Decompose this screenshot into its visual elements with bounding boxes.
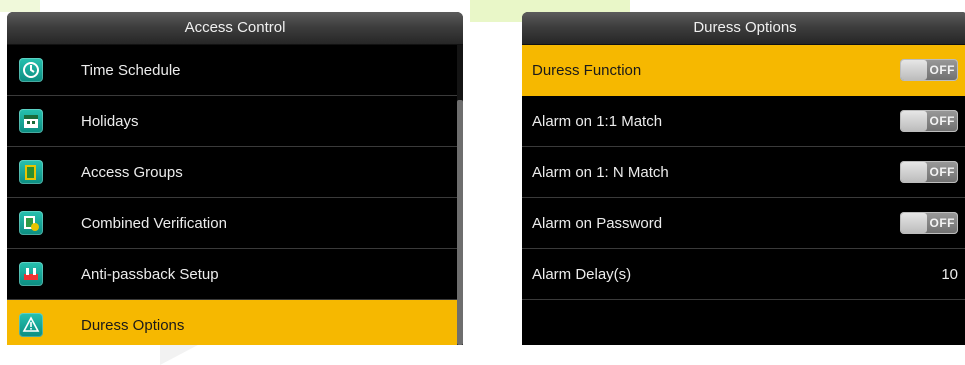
menu-item-combined-verification[interactable]: Combined Verification — [7, 198, 463, 249]
alarm-delay-value: 10 — [941, 265, 958, 283]
calendar-icon — [19, 109, 43, 133]
option-alarm-1-1-match[interactable]: Alarm on 1:1 Match OFF — [522, 96, 965, 147]
option-alarm-1-n-match[interactable]: Alarm on 1: N Match OFF — [522, 147, 965, 198]
toggle-knob — [901, 111, 927, 131]
toggle-state: OFF — [929, 63, 955, 77]
scrollbar-thumb[interactable] — [457, 100, 463, 345]
door-group-icon — [19, 160, 43, 184]
menu-item-label: Combined Verification — [81, 214, 227, 232]
combined-verification-icon — [19, 211, 43, 235]
alarm-1-1-toggle[interactable]: OFF — [900, 110, 958, 132]
option-label: Alarm on 1: N Match — [532, 163, 669, 181]
menu-item-holidays[interactable]: Holidays — [7, 96, 463, 147]
duress-function-toggle[interactable]: OFF — [900, 59, 958, 81]
toggle-knob — [901, 60, 927, 80]
menu-item-label: Time Schedule — [81, 61, 181, 79]
background-logo-shape — [0, 0, 40, 12]
toggle-knob — [901, 162, 927, 182]
option-alarm-delay[interactable]: Alarm Delay(s) 10 — [522, 249, 965, 300]
anti-passback-icon — [19, 262, 43, 286]
menu-item-access-groups[interactable]: Access Groups — [7, 147, 463, 198]
toggle-state: OFF — [929, 165, 955, 179]
menu-item-time-schedule[interactable]: Time Schedule — [7, 45, 463, 96]
menu-item-anti-passback[interactable]: Anti-passback Setup — [7, 249, 463, 300]
toggle-state: OFF — [929, 216, 955, 230]
option-label: Alarm Delay(s) — [532, 265, 632, 283]
option-duress-function[interactable]: Duress Function OFF — [522, 45, 965, 96]
option-label: Duress Function — [532, 61, 642, 79]
menu-item-label: Holidays — [81, 112, 139, 130]
duress-warning-icon — [19, 313, 43, 337]
menu-item-label: Duress Options — [81, 316, 185, 334]
option-label: Alarm on 1:1 Match — [532, 112, 663, 130]
toggle-knob — [901, 213, 927, 233]
alarm-password-toggle[interactable]: OFF — [900, 212, 958, 234]
toggle-state: OFF — [929, 114, 955, 128]
option-label: Alarm on Password — [532, 214, 663, 232]
alarm-1-n-toggle[interactable]: OFF — [900, 161, 958, 183]
clock-icon — [19, 58, 43, 82]
duress-options-screen: Duress Options Duress Function OFF Alarm… — [522, 12, 965, 345]
menu-item-duress-options[interactable]: Duress Options — [7, 300, 463, 345]
screen-title: Duress Options — [522, 12, 965, 45]
option-alarm-on-password[interactable]: Alarm on Password OFF — [522, 198, 965, 249]
menu-item-label: Access Groups — [81, 163, 183, 181]
menu-title: Access Control — [7, 12, 463, 45]
menu-item-label: Anti-passback Setup — [81, 265, 219, 283]
access-control-menu: Access Control Time Schedule Holidays Ac… — [7, 12, 463, 345]
